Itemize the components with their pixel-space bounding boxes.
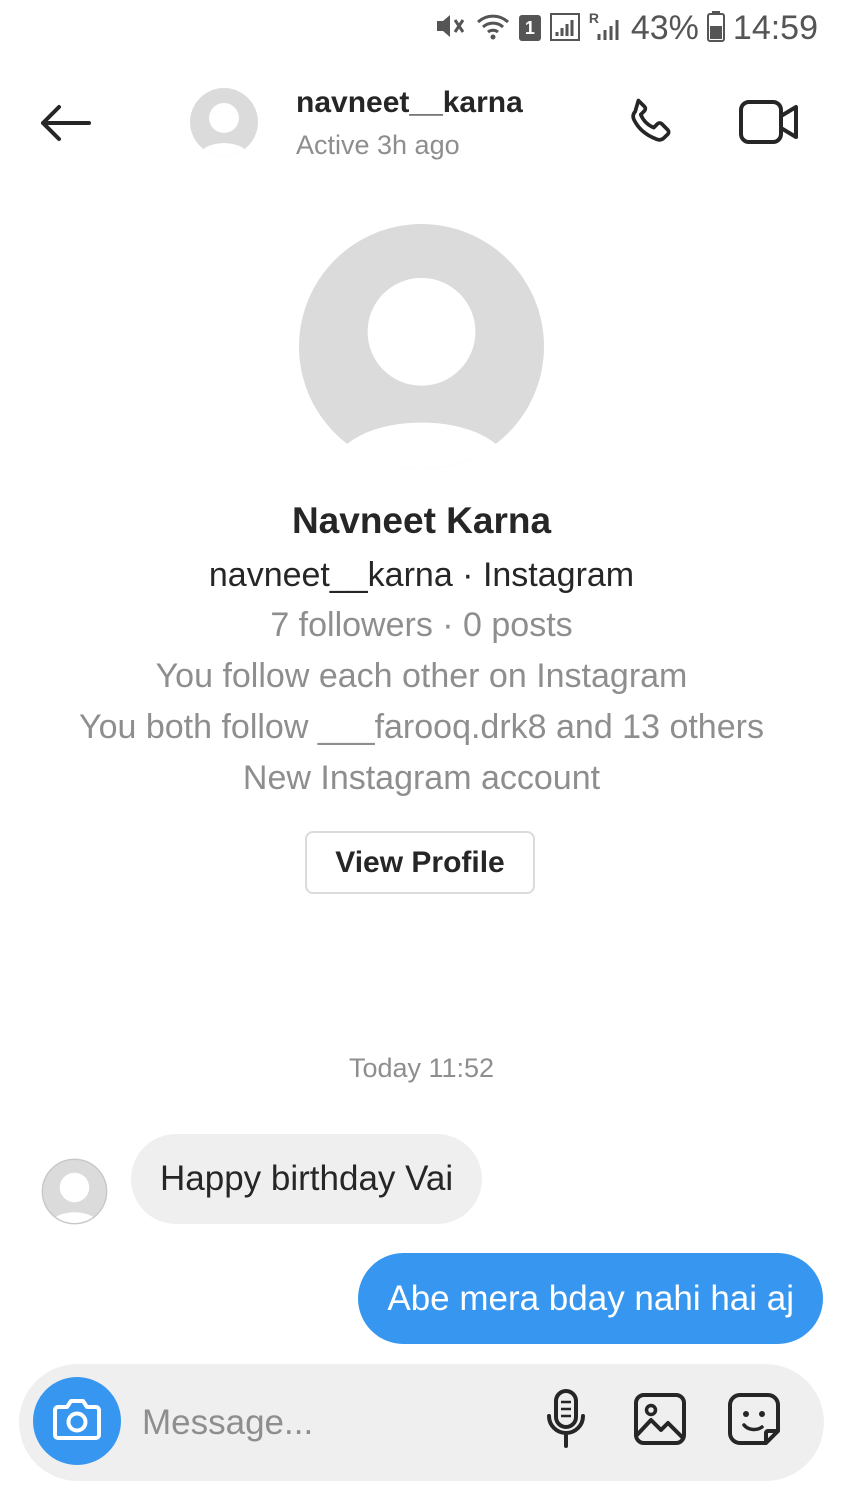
received-message[interactable]: Happy birthday Vai (131, 1134, 483, 1224)
message-timestamp: Today 11:52 (348, 1053, 495, 1083)
message-input[interactable] (140, 1392, 524, 1454)
phone-icon (623, 94, 679, 155)
video-call-button[interactable] (732, 92, 806, 156)
wifi-icon (475, 11, 511, 46)
profile-avatar[interactable] (299, 224, 544, 469)
account-note: New Instagram account (242, 759, 601, 797)
video-camera-icon (738, 97, 800, 152)
sent-message[interactable]: Abe mera bday nahi hai aj (358, 1253, 823, 1344)
back-arrow-icon (37, 103, 93, 148)
profile-handle: navneet__karna · Instagram (208, 556, 635, 594)
vibrate-mute-icon (433, 11, 467, 46)
mutual-friends-note: You both follow ___farooq.drk8 and 13 ot… (79, 708, 764, 746)
battery-percent: 43% (630, 8, 699, 47)
header-username[interactable]: navneet__karna (296, 86, 523, 120)
signal-icon (549, 10, 581, 47)
active-status: Active 3h ago (296, 130, 460, 160)
status-icons: 1 R 43% 14:59 (433, 8, 818, 48)
audio-call-button[interactable] (616, 92, 686, 156)
mutual-follow-note: You follow each other on Instagram (155, 657, 688, 695)
roaming-signal-icon: R (589, 10, 623, 44)
back-button[interactable] (30, 95, 100, 155)
microphone-icon (544, 1388, 588, 1455)
voice-message-button[interactable] (540, 1387, 592, 1455)
sticker-button[interactable] (722, 1389, 786, 1453)
clock: 14:59 (732, 8, 818, 47)
sticker-icon (726, 1391, 782, 1452)
profile-stats: 7 followers · 0 posts (270, 606, 573, 644)
sim-badge: 1 (518, 15, 541, 41)
battery-icon (706, 10, 725, 47)
gallery-icon (632, 1391, 688, 1452)
view-profile-button[interactable]: View Profile (305, 831, 535, 894)
header-avatar[interactable] (190, 88, 258, 156)
status-bar: 1 R 43% 14:59 (0, 0, 843, 60)
profile-name: Navneet Karna (291, 500, 552, 541)
sender-avatar[interactable] (41, 1158, 108, 1225)
camera-icon (52, 1397, 102, 1446)
gallery-button[interactable] (628, 1389, 692, 1453)
camera-button[interactable] (33, 1377, 121, 1465)
